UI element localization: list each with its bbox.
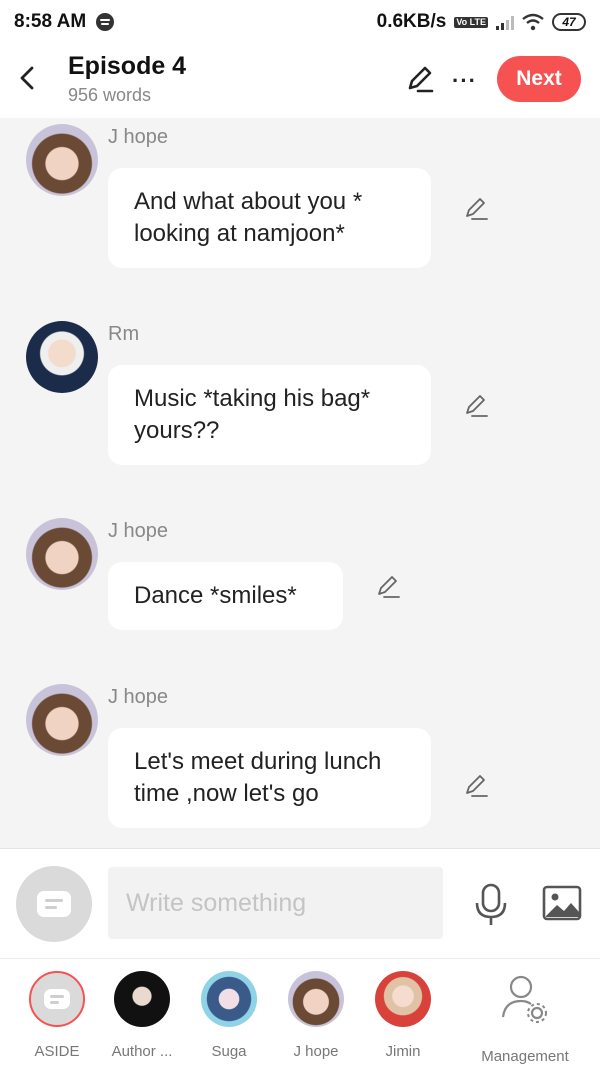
avatar-j-hope[interactable]: [26, 124, 98, 196]
message-bubble[interactable]: Music *taking his bag* yours??: [108, 365, 431, 465]
status-bar: 8:58 AM 0.6KB/s Vo LTE 47: [0, 0, 600, 44]
aside-avatar: [29, 971, 85, 1027]
episode-title: Episode 4: [68, 52, 187, 80]
avatar: [375, 971, 431, 1027]
message-composer: [0, 848, 600, 958]
chat-area: J hope And what about you * looking at n…: [0, 118, 600, 848]
more-options-icon[interactable]: ···: [452, 68, 477, 94]
message-bubble[interactable]: Let's meet during lunch time ,now let's …: [108, 728, 431, 828]
character-label: Management: [481, 1048, 569, 1065]
edit-message-icon[interactable]: [374, 574, 402, 602]
avatar: [201, 971, 257, 1027]
edit-message-icon[interactable]: [462, 196, 490, 224]
battery-icon: 47: [552, 13, 586, 31]
avatar-rm[interactable]: [26, 321, 98, 393]
character-aside[interactable]: ASIDE: [12, 971, 102, 1060]
aside-note-button[interactable]: [16, 866, 92, 942]
next-button[interactable]: Next: [497, 56, 581, 102]
network-speed: 0.6KB/s: [376, 11, 447, 32]
signal-icon: [496, 14, 514, 30]
message-bubble[interactable]: Dance *smiles*: [108, 562, 343, 630]
edit-message-icon[interactable]: [462, 773, 490, 801]
avatar: [288, 971, 344, 1027]
speaker-name: J hope: [108, 126, 169, 148]
character-label: ASIDE: [34, 1043, 80, 1060]
title-block: Episode 4 956 words: [68, 52, 186, 106]
edit-message-icon[interactable]: [462, 393, 490, 421]
character-author[interactable]: Author ...: [97, 971, 187, 1060]
speaker-name: J hope: [108, 686, 169, 708]
back-arrow-icon[interactable]: [14, 64, 42, 92]
image-icon[interactable]: [542, 885, 582, 921]
avatar-j-hope[interactable]: [26, 684, 98, 756]
volte-icon: Vo LTE: [454, 16, 488, 28]
character-label: Suga: [211, 1043, 247, 1060]
status-time: 8:58 AM: [14, 11, 87, 32]
speaker-name: J hope: [108, 520, 169, 542]
write-something-input[interactable]: [108, 867, 443, 939]
speaker-name: Rm: [108, 323, 140, 345]
character-bar: ASIDE Author ... Suga J hope Jimin Manag…: [0, 958, 600, 1067]
aside-note-icon: [44, 989, 70, 1009]
episode-header: Episode 4 956 words ··· Next: [0, 44, 600, 118]
character-j-hope[interactable]: J hope: [271, 971, 361, 1060]
word-count: 956 words: [68, 85, 152, 105]
character-label: J hope: [293, 1043, 339, 1060]
message-bubble[interactable]: And what about you * looking at namjoon*: [108, 168, 431, 268]
management-user-gear-icon: [501, 975, 547, 1023]
character-label: Jimin: [385, 1043, 421, 1060]
character-jimin[interactable]: Jimin: [358, 971, 448, 1060]
spotify-icon: [96, 13, 115, 31]
character-label: Author ...: [111, 1043, 173, 1060]
wifi-icon: [522, 13, 544, 31]
avatar-j-hope[interactable]: [26, 518, 98, 590]
character-suga[interactable]: Suga: [184, 971, 274, 1060]
edit-pencil-icon[interactable]: [404, 64, 436, 96]
management-button[interactable]: Management: [472, 971, 578, 1065]
microphone-icon[interactable]: [474, 883, 508, 927]
avatar: [114, 971, 170, 1027]
aside-note-icon: [37, 891, 71, 917]
